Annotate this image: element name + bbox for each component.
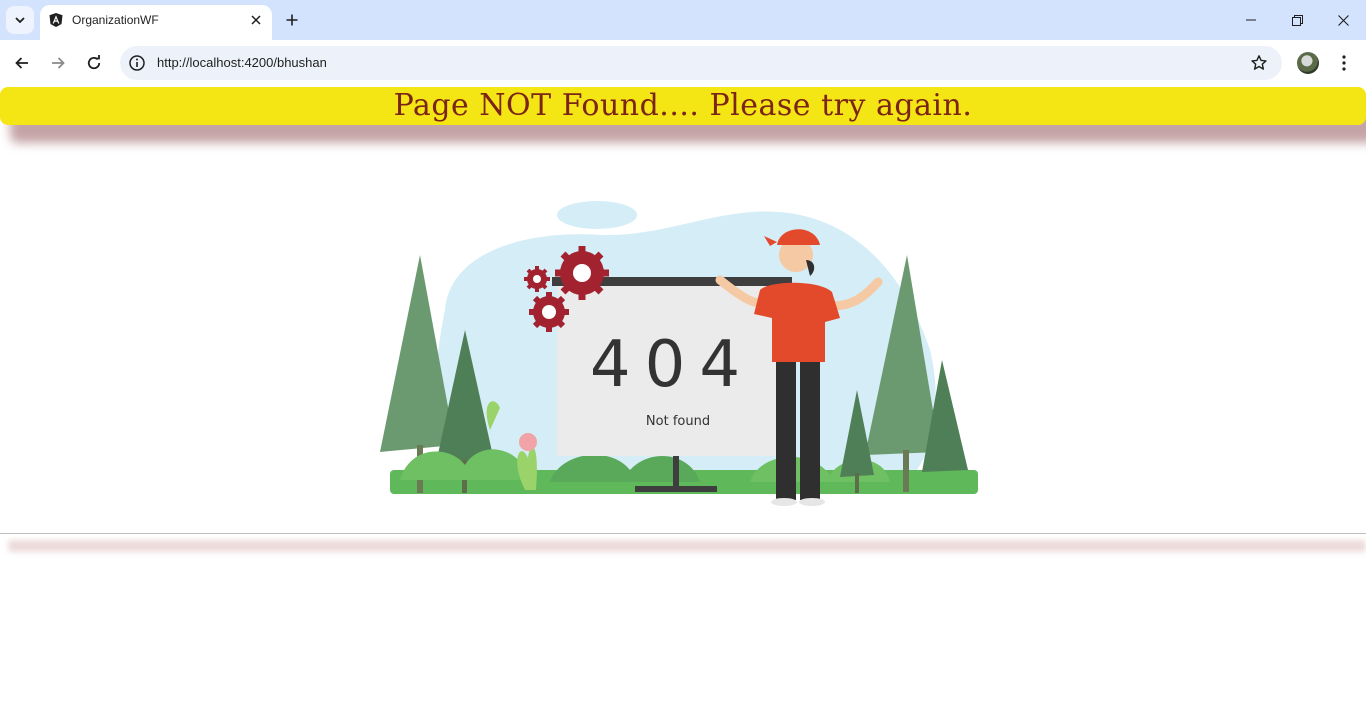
divider-shadow [8,540,1366,552]
browser-menu-button[interactable] [1332,50,1356,76]
browser-toolbar: http://localhost:4200/bhushan [0,40,1366,86]
signboard-stand [673,456,679,490]
restore-icon [1291,14,1303,26]
divider-line [0,533,1366,534]
minimize-button[interactable] [1228,0,1274,40]
minimize-icon [1246,19,1256,21]
more-vertical-icon [1342,55,1346,71]
reload-button[interactable] [80,49,108,77]
browser-tab[interactable]: OrganizationWF [40,5,272,40]
window-close-button[interactable] [1320,0,1366,40]
close-icon [251,15,261,25]
url-text[interactable]: http://localhost:4200/bhushan [157,55,327,70]
angular-icon [49,13,63,27]
new-tab-button[interactable] [280,8,304,32]
chevron-down-icon [15,17,25,24]
gear-icon [529,292,569,332]
profile-avatar[interactable] [1297,52,1319,74]
forward-button[interactable] [44,49,72,77]
bookmark-star-icon[interactable] [1250,54,1268,72]
tab-close-button[interactable] [248,12,264,28]
error-code: 404 [590,328,754,402]
flower [519,433,537,451]
not-found-illustration: 404 Not found [380,201,978,506]
not-found-banner: Page NOT Found.... Please try again. [0,87,1366,125]
reload-icon [87,55,101,70]
signboard-base [635,486,717,492]
site-info-icon[interactable] [128,54,146,72]
forward-arrow-icon [52,57,65,69]
tab-title: OrganizationWF [72,13,159,27]
banner-text: Page NOT Found.... Please try again. [393,88,973,123]
gear-icon [555,246,609,300]
tab-strip: OrganizationWF [0,0,1366,40]
restore-button[interactable] [1274,0,1320,40]
close-icon [1337,14,1349,26]
back-button[interactable] [8,49,36,77]
back-arrow-icon [15,57,28,69]
error-caption: Not found [646,414,710,429]
tab-search-button[interactable] [6,6,34,34]
cloud-shape [557,201,637,229]
plus-icon [286,14,298,26]
address-bar[interactable]: http://localhost:4200/bhushan [120,46,1282,80]
